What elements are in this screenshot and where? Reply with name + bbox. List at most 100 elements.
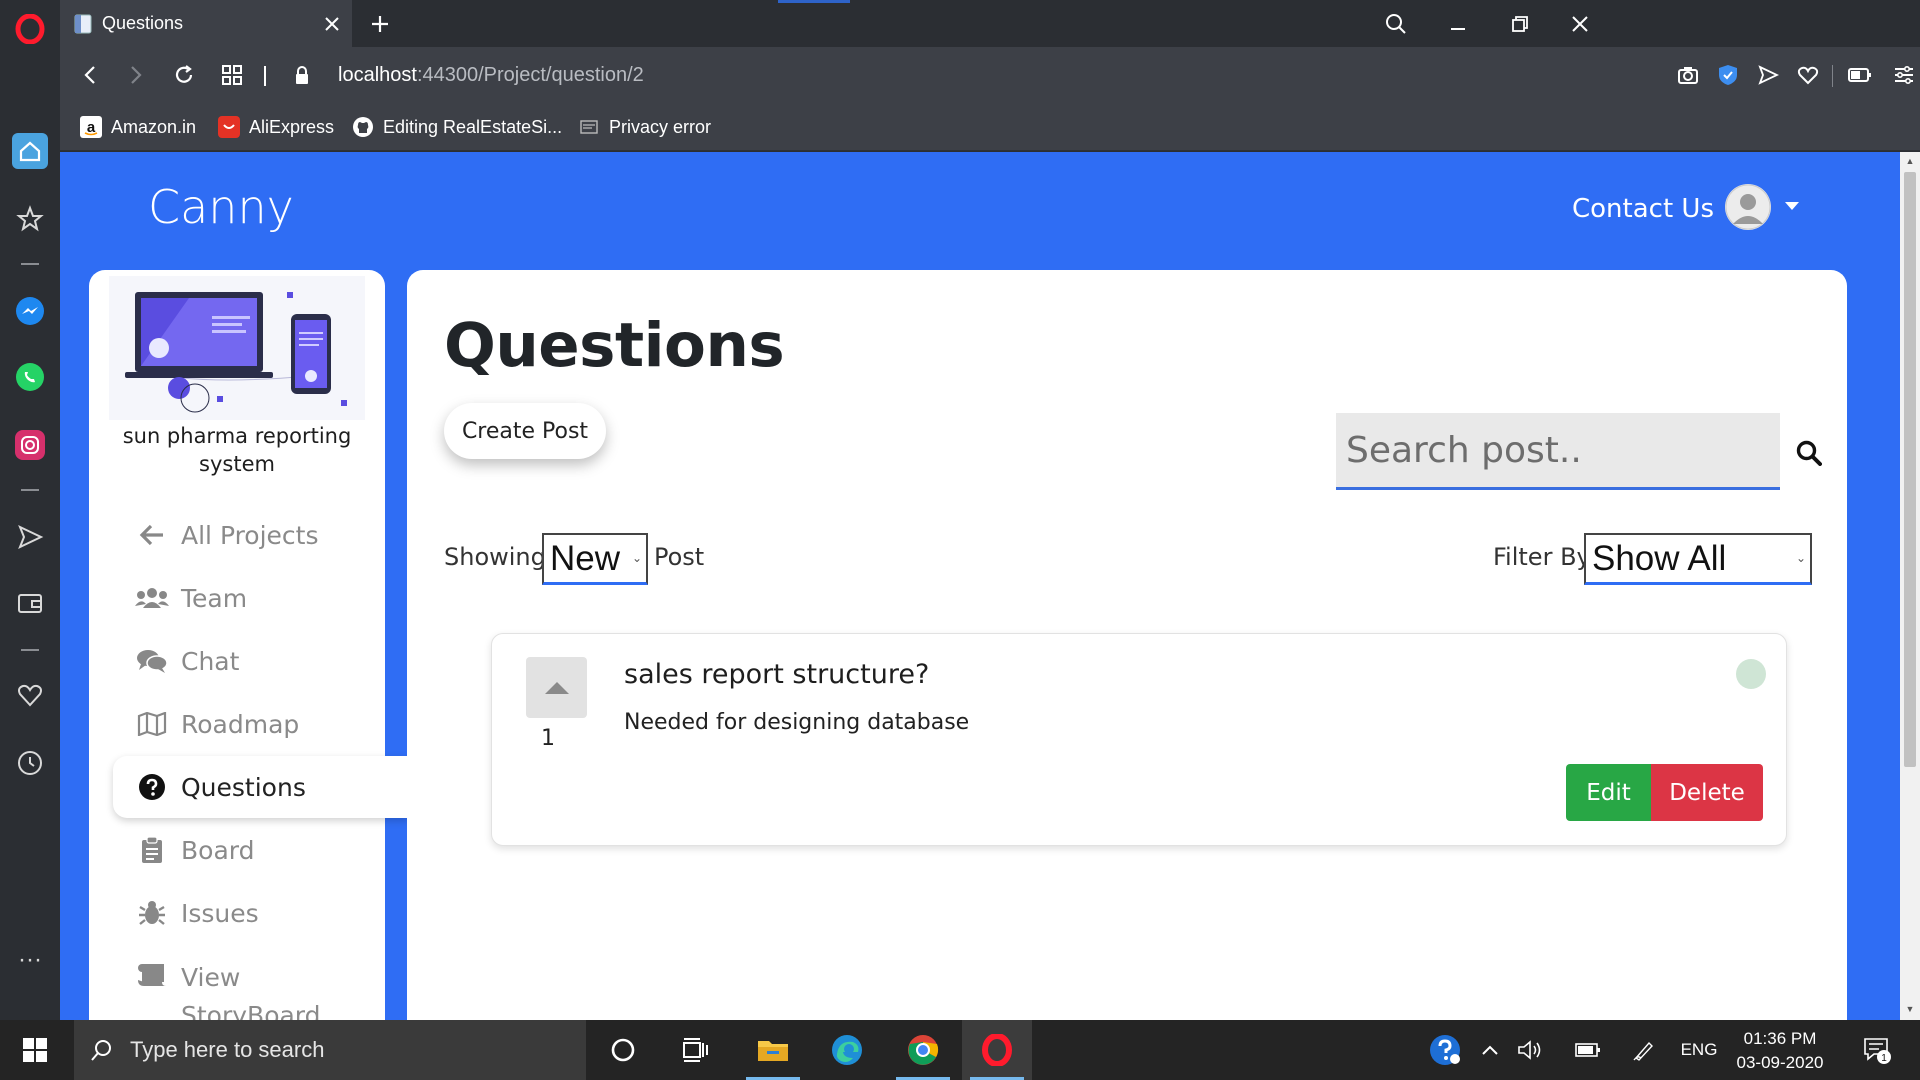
scrollbar-thumb[interactable] (1904, 172, 1916, 767)
search-icon (74, 1038, 130, 1062)
sidebar-item-issues[interactable]: Issues (113, 882, 409, 944)
post-title[interactable]: sales report structure? (624, 659, 929, 690)
bookmark-label: Editing RealEstateSi... (383, 116, 563, 137)
brand-logo-text[interactable]: Canny (148, 180, 294, 234)
speed-dial-icon[interactable] (0, 126, 60, 176)
user-avatar[interactable] (1725, 184, 1771, 230)
page-scrollbar[interactable]: ▲ ▼ (1900, 152, 1920, 1020)
sidebar-item-view-storyboard[interactable]: View StoryBoard (113, 945, 409, 1020)
search-tabs-icon[interactable] (1366, 0, 1426, 47)
restore-icon[interactable] (1490, 0, 1550, 47)
chevron-down-icon: ⌄ (1795, 551, 1806, 565)
file-explorer-icon[interactable] (738, 1020, 808, 1080)
vpn-shield-icon[interactable] (1706, 47, 1750, 103)
pen-icon[interactable] (1624, 1020, 1664, 1080)
new-tab-button[interactable] (360, 0, 400, 47)
bookmarks-star-icon[interactable] (0, 194, 60, 244)
forward-icon[interactable] (114, 47, 158, 103)
delete-button[interactable]: Delete (1651, 764, 1763, 821)
cortana-icon[interactable] (588, 1020, 658, 1080)
opera-sidebar: ··· (0, 0, 60, 1020)
reload-icon[interactable] (162, 47, 206, 103)
showing-label: Showing (444, 543, 546, 571)
sidebar-item-label: Chat (181, 646, 240, 676)
tab-scroll-indicator (778, 0, 850, 3)
filter-selected-value: Show All (1592, 538, 1727, 578)
project-name: sun pharma reporting system (122, 424, 352, 476)
wallet-icon[interactable] (0, 578, 60, 628)
aliexpress-icon (218, 116, 240, 138)
messenger-icon[interactable] (0, 286, 60, 336)
minimize-icon[interactable] (1428, 0, 1488, 47)
chevron-down-icon[interactable] (1785, 202, 1799, 211)
contact-us-link[interactable]: Contact Us (1572, 194, 1714, 224)
create-post-button[interactable]: Create Post (444, 403, 606, 459)
sidebar-item-roadmap[interactable]: Roadmap (113, 693, 409, 755)
heart-icon[interactable] (0, 670, 60, 720)
search-icon[interactable] (1789, 433, 1829, 473)
taskbar-search-box[interactable]: Type here to search (74, 1020, 586, 1080)
project-illustration (109, 276, 365, 420)
help-icon[interactable] (1422, 1020, 1468, 1080)
sidebar-separator (21, 263, 39, 265)
close-tab-icon[interactable] (312, 16, 352, 32)
sidebar-item-chat[interactable]: Chat (113, 630, 409, 692)
lock-icon[interactable] (280, 47, 324, 103)
search-post-input[interactable] (1336, 413, 1780, 490)
bookmark-aliexpress[interactable]: AliExpress (218, 103, 334, 151)
project-sidebar: sun pharma reporting system All Projects… (89, 270, 409, 1020)
opera-taskbar-icon[interactable] (962, 1020, 1032, 1080)
easy-setup-icon[interactable] (1882, 47, 1920, 103)
tab-strip: Questions (60, 0, 1920, 47)
edge-icon[interactable] (812, 1020, 882, 1080)
url-field[interactable]: localhost:44300/Project/question/2 (338, 47, 644, 103)
address-divider (264, 66, 266, 86)
windows-start-icon[interactable] (0, 1020, 70, 1080)
volume-icon[interactable] (1510, 1020, 1550, 1080)
close-window-icon[interactable] (1550, 0, 1610, 47)
filter-label: Filter By (1493, 543, 1591, 571)
sidebar-item-label: Roadmap (181, 709, 300, 739)
tab-title: Questions (102, 13, 184, 33)
sidebar-item-board[interactable]: Board (113, 819, 409, 881)
notification-icon[interactable]: 1 (1852, 1020, 1902, 1080)
github-icon (352, 116, 374, 138)
input-language[interactable]: ENG (1674, 1020, 1724, 1080)
sort-select[interactable]: New ⌄ (542, 533, 648, 585)
scroll-down-icon[interactable]: ▼ (1905, 1004, 1915, 1014)
bookmark-amazon[interactable]: a Amazon.in (80, 103, 196, 151)
bookmark-label: Privacy error (609, 116, 712, 137)
edit-button[interactable]: Edit (1566, 764, 1651, 821)
sidebar-item-label: Issues (181, 898, 259, 928)
bookmark-privacy-error[interactable]: Privacy error (578, 103, 711, 151)
amazon-icon: a (80, 116, 102, 138)
sidebar-item-label: All Projects (181, 520, 319, 550)
send-flow-icon[interactable] (0, 512, 60, 562)
upvote-button[interactable] (526, 657, 587, 718)
sidebar-item-all-projects[interactable]: All Projects (113, 504, 409, 566)
chrome-icon[interactable] (888, 1020, 958, 1080)
battery-saver-icon[interactable] (1838, 47, 1882, 103)
task-view-icon[interactable] (660, 1020, 730, 1080)
whatsapp-icon[interactable] (0, 352, 60, 402)
battery-icon[interactable] (1568, 1020, 1608, 1080)
scroll-up-icon[interactable]: ▲ (1905, 156, 1915, 166)
bookmark-github[interactable]: Editing RealEstateSi... (352, 103, 562, 151)
tab-grid-icon[interactable] (210, 47, 254, 103)
snapshot-icon[interactable] (1666, 47, 1710, 103)
tab-questions[interactable]: Questions (60, 0, 352, 47)
sidebar-item-team[interactable]: Team (113, 567, 409, 629)
sidebar-item-questions[interactable]: Questions (113, 756, 409, 818)
favorite-heart-icon[interactable] (1786, 47, 1830, 103)
chevron-up-icon[interactable] (1472, 1020, 1508, 1080)
history-clock-icon[interactable] (0, 738, 60, 788)
more-options-icon[interactable]: ··· (0, 935, 60, 985)
filter-select[interactable]: Show All ⌄ (1584, 533, 1812, 585)
instagram-icon[interactable] (0, 420, 60, 470)
sidebar-item-label: View StoryBoard (181, 963, 321, 1020)
send-icon[interactable] (1746, 47, 1790, 103)
system-clock[interactable]: 01:36 PM 03-09-2020 (1720, 1027, 1840, 1075)
users-icon (123, 567, 181, 629)
opera-logo-icon[interactable] (0, 4, 60, 54)
back-icon[interactable] (68, 47, 112, 103)
